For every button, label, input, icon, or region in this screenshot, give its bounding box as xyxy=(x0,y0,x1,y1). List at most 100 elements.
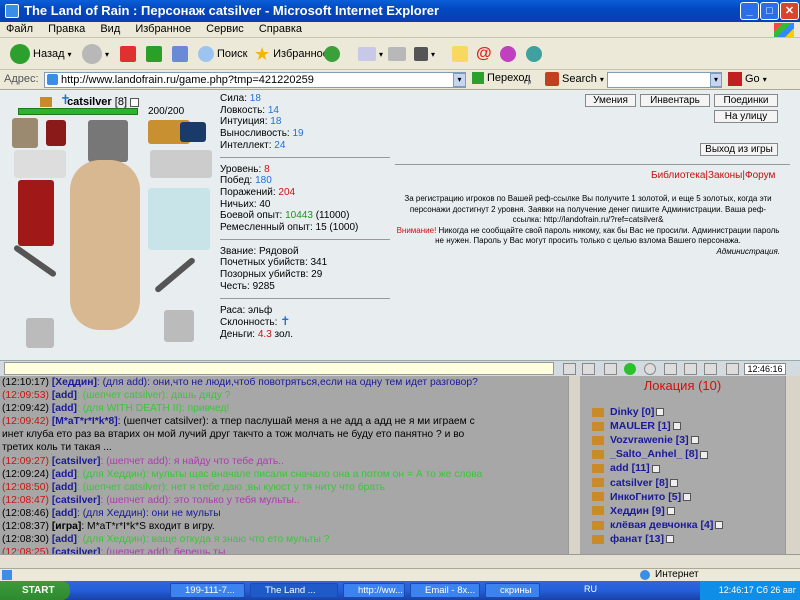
bracers-item-icon[interactable] xyxy=(150,150,212,178)
user-name[interactable]: MAULER [1] xyxy=(610,420,671,432)
favorites-button[interactable]: ★ Избранное xyxy=(254,41,329,67)
user-name[interactable]: catsilver [8] xyxy=(610,477,668,489)
contacts-button[interactable] xyxy=(526,41,542,67)
street-button[interactable]: На улицу xyxy=(714,110,778,123)
user-name[interactable]: Dinky [0] xyxy=(610,406,654,418)
home-button[interactable] xyxy=(172,41,188,67)
stop-button[interactable] xyxy=(120,41,136,67)
history-button[interactable] xyxy=(324,41,340,67)
menu-edit[interactable]: Правка xyxy=(42,22,91,35)
chat-author[interactable]: [add] xyxy=(52,390,77,401)
user-list-item[interactable]: ИнкоГнито [5] xyxy=(592,491,692,503)
menu-tools[interactable]: Сервис xyxy=(200,22,250,35)
task-5[interactable]: скрины xyxy=(485,583,540,598)
boots-item-icon[interactable] xyxy=(26,318,54,348)
bag-icon[interactable] xyxy=(704,363,717,375)
menu-help[interactable]: Справка xyxy=(253,22,308,35)
user-name[interactable]: клёвая девчонка [4] xyxy=(610,519,713,531)
armor-item-icon[interactable] xyxy=(148,188,210,250)
user-name[interactable]: ИнкоГнито [5] xyxy=(610,491,681,503)
chat-author[interactable]: [Хеддин] xyxy=(52,377,97,388)
chat-input[interactable] xyxy=(4,362,554,375)
laws-link[interactable]: Законы xyxy=(708,170,742,181)
wings-item-icon[interactable] xyxy=(180,122,206,142)
user-name[interactable]: Vozvrawenie [3] xyxy=(610,434,689,446)
ankh-item-icon[interactable] xyxy=(12,118,38,148)
user-name[interactable]: фанат [13] xyxy=(610,533,664,545)
menu-favorites[interactable]: Избранное xyxy=(129,22,197,35)
user-name[interactable]: add [11] xyxy=(610,462,650,474)
task-1[interactable]: 199-111-7... xyxy=(170,583,245,598)
cloak-item-icon[interactable] xyxy=(18,180,54,246)
user-list-item[interactable]: _Salto_Anhel_ [8] xyxy=(592,448,709,460)
menu-file[interactable]: Файл xyxy=(0,22,39,35)
research-button[interactable] xyxy=(500,41,516,67)
task-4[interactable]: Email - 8x... xyxy=(410,583,480,598)
info-icon[interactable] xyxy=(715,521,724,530)
horizontal-scrollbar[interactable] xyxy=(0,554,800,568)
lightning-icon[interactable] xyxy=(684,363,697,375)
chat-scrollbar[interactable] xyxy=(568,376,580,554)
info-icon[interactable] xyxy=(690,436,699,445)
chat-author[interactable]: [catsilver] xyxy=(52,495,101,506)
fights-button[interactable]: Поединки xyxy=(714,94,778,107)
back-button[interactable]: Назад ▾ xyxy=(10,41,72,67)
chat-author[interactable]: [add] xyxy=(52,508,77,519)
user-name[interactable]: _Salto_Anhel_ [8] xyxy=(610,448,698,460)
info-icon[interactable] xyxy=(130,97,140,107)
language-indicator[interactable]: RU xyxy=(584,584,597,594)
menu-view[interactable]: Вид xyxy=(94,22,126,35)
task-2[interactable]: The Land ... xyxy=(250,583,338,598)
chat-author[interactable]: [M*aT*r*I*k*8] xyxy=(52,416,118,427)
print-button[interactable] xyxy=(388,41,406,67)
smiley-icon[interactable] xyxy=(644,363,656,375)
user-list-item[interactable]: Vozvrawenie [3] xyxy=(592,434,699,446)
search-toolbar-button[interactable]: Search ▾ xyxy=(545,72,604,86)
mail-button[interactable]: ▾ xyxy=(358,41,383,67)
exit-chat-icon[interactable] xyxy=(726,363,739,375)
exit-button[interactable]: Выход из игры xyxy=(700,143,778,156)
user-list-item[interactable]: Хеддин [9] xyxy=(592,505,675,517)
filter-icon[interactable] xyxy=(604,363,617,375)
clear-icon[interactable] xyxy=(582,363,595,375)
page-scrollbar[interactable] xyxy=(785,376,800,554)
status-green-icon[interactable] xyxy=(624,363,636,375)
helmet-item-icon[interactable] xyxy=(88,120,128,162)
chat-author[interactable]: [catsilver] xyxy=(52,456,101,467)
search-input[interactable] xyxy=(607,72,722,88)
start-button[interactable]: START xyxy=(0,581,70,600)
refresh-button[interactable] xyxy=(146,41,162,67)
info-icon[interactable] xyxy=(666,506,675,515)
info-icon[interactable] xyxy=(651,464,660,473)
address-dropdown[interactable]: ▾ xyxy=(453,73,466,87)
search-dropdown[interactable]: ▾ xyxy=(710,73,722,87)
edit-button[interactable]: ▾ xyxy=(414,41,435,67)
skills-button[interactable]: Умения xyxy=(585,94,636,107)
chat-author[interactable]: [catsilver] xyxy=(52,547,101,554)
info-icon[interactable] xyxy=(665,535,674,544)
user-name[interactable]: Хеддин [9] xyxy=(610,505,665,517)
greaves-item-icon[interactable] xyxy=(164,310,194,342)
minimize-button[interactable]: _ xyxy=(740,2,759,20)
inventory-button[interactable]: Инвентарь xyxy=(640,94,710,107)
user-list-item[interactable]: add [11] xyxy=(592,462,660,474)
info-icon[interactable] xyxy=(683,492,692,501)
user-list-item[interactable]: фанат [13] xyxy=(592,533,674,545)
user-list-item[interactable]: catsilver [8] xyxy=(592,477,679,489)
user-list-item[interactable]: Dinky [0] xyxy=(592,406,665,418)
search-go-button[interactable]: Go ▾ xyxy=(728,72,767,86)
discuss-button[interactable] xyxy=(452,41,468,67)
info-icon[interactable] xyxy=(700,450,709,459)
chat-author[interactable]: [add] xyxy=(52,534,77,545)
maximize-button[interactable]: □ xyxy=(760,2,779,20)
chat-author[interactable]: [add] xyxy=(52,403,77,414)
close-button[interactable]: ✕ xyxy=(780,2,799,20)
library-link[interactable]: Библиотека xyxy=(651,170,705,181)
user-list-item[interactable]: клёвая девчонка [4] xyxy=(592,519,724,531)
info-icon[interactable] xyxy=(672,422,681,431)
info-icon[interactable] xyxy=(670,478,679,487)
chat-author[interactable]: [add] xyxy=(52,482,77,493)
send-icon[interactable] xyxy=(563,363,576,375)
user-list-item[interactable]: MAULER [1] xyxy=(592,420,681,432)
messenger-button[interactable]: @ xyxy=(476,41,492,67)
